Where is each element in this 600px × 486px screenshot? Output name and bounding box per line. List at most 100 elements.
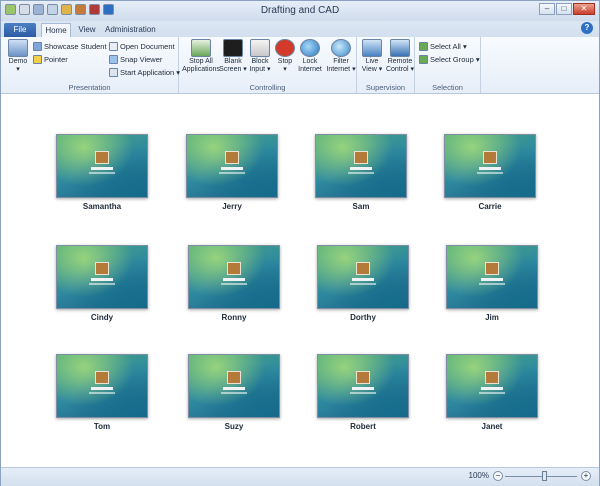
- login-username-bar: [223, 387, 245, 390]
- group-presentation-label: Presentation: [68, 83, 111, 92]
- remote-control-label-2: Control: [385, 66, 409, 73]
- demo-button[interactable]: Demo ▾: [3, 39, 33, 74]
- login-username-bar: [221, 167, 243, 170]
- login-username-bar: [223, 278, 245, 281]
- maximize-button[interactable]: □: [556, 3, 572, 15]
- group-controlling: Stop All Applications Blank Screen ▾ Block…: [179, 37, 357, 93]
- student-screen-thumbnail[interactable]: [317, 354, 409, 418]
- login-username-bar: [352, 278, 374, 281]
- status-bar: 100% − +: [1, 467, 599, 486]
- open-document-button[interactable]: Open Document: [109, 41, 175, 52]
- zoom-slider[interactable]: [505, 476, 577, 477]
- login-username-bar: [350, 167, 372, 170]
- select-all-button[interactable]: Select All ▾: [419, 41, 467, 52]
- group-controlling-label: Controlling: [249, 83, 286, 92]
- login-username-bar: [91, 278, 113, 281]
- student-screen-thumbnail[interactable]: [186, 134, 278, 198]
- lock-internet-icon: [300, 39, 320, 57]
- student-screen-thumbnail[interactable]: [446, 245, 538, 309]
- block-input-label-2: Input: [249, 66, 266, 73]
- select-group-button[interactable]: Select Group ▾: [419, 54, 480, 65]
- user-avatar-icon: [225, 151, 239, 164]
- live-view-button[interactable]: Live View ▾: [359, 39, 385, 74]
- minimize-button[interactable]: –: [539, 3, 555, 15]
- student-name: Janet: [481, 422, 503, 431]
- student-name: Jim: [485, 313, 499, 322]
- zoom-out-icon[interactable]: −: [493, 471, 503, 481]
- user-avatar-icon: [227, 262, 241, 275]
- snap-viewer-button[interactable]: Snap Viewer: [109, 54, 162, 65]
- user-avatar-icon: [485, 262, 499, 275]
- student-screen-thumbnail[interactable]: [315, 134, 407, 198]
- remote-control-button[interactable]: Remote Control ▾: [385, 39, 415, 74]
- pointer-label: Pointer: [44, 55, 68, 64]
- student-screen-thumbnail[interactable]: [188, 245, 280, 309]
- showcase-student-icon: [33, 42, 42, 51]
- user-avatar-icon: [354, 151, 368, 164]
- ribbon-tabs: File Home View Administration ?: [1, 21, 599, 37]
- student-screen-thumbnail[interactable]: [56, 134, 148, 198]
- live-view-icon: [362, 39, 382, 57]
- demo-label: Demo: [8, 58, 28, 65]
- tab-file[interactable]: File: [4, 23, 36, 37]
- tab-view[interactable]: View: [75, 23, 99, 37]
- student-screen-thumbnail[interactable]: [188, 354, 280, 418]
- stop-all-label-2: Applications: [182, 66, 220, 73]
- live-view-label-2: View: [361, 66, 377, 73]
- student-name: Ronny: [221, 313, 247, 322]
- stop-icon: [275, 39, 295, 57]
- login-password-bar: [89, 172, 115, 174]
- login-password-bar: [221, 283, 247, 285]
- showcase-student-label: Showcase Student: [44, 42, 107, 51]
- showcase-student-button[interactable]: Showcase Student ▾: [33, 41, 112, 52]
- student-name: Jerry: [222, 202, 242, 211]
- student-name: Carrie: [478, 202, 502, 211]
- login-username-bar: [91, 167, 113, 170]
- close-button[interactable]: ✕: [573, 3, 595, 15]
- user-avatar-icon: [483, 151, 497, 164]
- lock-internet-button[interactable]: Lock Internet: [295, 39, 325, 74]
- login-password-bar: [350, 392, 376, 394]
- open-document-label: Open Document: [120, 42, 175, 51]
- student-name: Dorthy: [350, 313, 376, 322]
- user-avatar-icon: [356, 262, 370, 275]
- student-screen-thumbnail[interactable]: [446, 354, 538, 418]
- stop-all-applications-button[interactable]: Stop All Applications: [181, 39, 221, 74]
- ribbon: Demo▾ Showcase Student ▾ Pointer Open Do…: [1, 37, 599, 94]
- stop-button[interactable]: Stop ▾: [273, 39, 297, 74]
- filter-internet-label-2: Internet: [326, 66, 351, 73]
- help-icon[interactable]: ?: [581, 22, 593, 34]
- login-password-bar: [221, 392, 247, 394]
- student-name: Robert: [350, 422, 376, 431]
- select-group-label: Select Group: [430, 55, 474, 64]
- filter-internet-label-1: Filter: [333, 58, 349, 65]
- student-screen-thumbnail[interactable]: [444, 134, 536, 198]
- login-username-bar: [352, 387, 374, 390]
- student-name: Tom: [93, 422, 111, 431]
- block-input-icon: [250, 39, 270, 57]
- start-application-label: Start Application: [120, 68, 175, 77]
- student-screen-thumbnail[interactable]: [56, 354, 148, 418]
- blank-screen-button[interactable]: Blank Screen ▾: [219, 39, 247, 74]
- zoom-slider-handle[interactable]: [542, 471, 547, 481]
- zoom-in-icon[interactable]: +: [581, 471, 591, 481]
- tab-home[interactable]: Home: [41, 23, 71, 37]
- group-presentation: Demo▾ Showcase Student ▾ Pointer Open Do…: [1, 37, 180, 93]
- student-name: Suzy: [224, 422, 244, 431]
- blank-screen-label-2: Screen: [219, 66, 242, 73]
- tab-administration[interactable]: Administration: [105, 23, 156, 37]
- start-application-button[interactable]: Start Application ▾: [109, 67, 180, 78]
- block-input-button[interactable]: Block Input ▾: [247, 39, 273, 74]
- login-password-bar: [479, 392, 505, 394]
- student-screen-thumbnail[interactable]: [56, 245, 148, 309]
- blank-screen-icon: [223, 39, 243, 57]
- login-password-bar: [479, 283, 505, 285]
- start-application-icon: [109, 68, 118, 77]
- student-screen-thumbnail[interactable]: [317, 245, 409, 309]
- login-username-bar: [479, 167, 501, 170]
- lock-internet-label-2: Internet: [298, 66, 322, 73]
- filter-internet-button[interactable]: Filter Internet ▾: [325, 39, 357, 74]
- pointer-button[interactable]: Pointer: [33, 54, 68, 65]
- user-avatar-icon: [95, 371, 109, 384]
- login-username-bar: [91, 387, 113, 390]
